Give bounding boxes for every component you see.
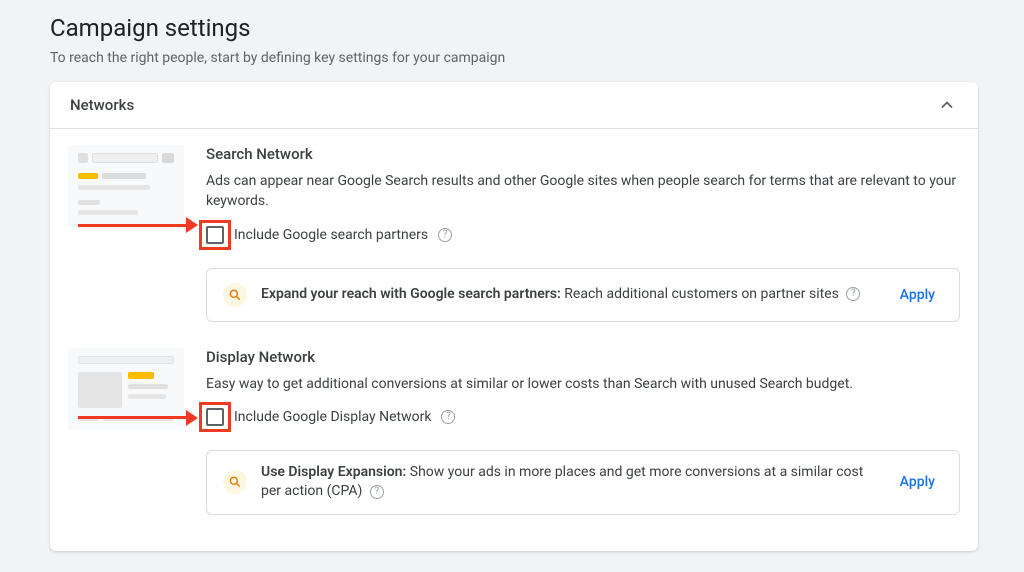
page-subtitle: To reach the right people, start by defi… — [50, 50, 978, 66]
magnifier-icon — [223, 283, 247, 307]
display-network-block: Display Network Easy way to get addition… — [68, 348, 960, 523]
apply-button[interactable]: Apply — [892, 468, 943, 496]
chevron-up-icon[interactable] — [936, 94, 958, 116]
include-search-partners-checkbox[interactable] — [206, 226, 224, 244]
display-thumbnail — [68, 348, 184, 430]
search-title: Search Network — [206, 145, 960, 163]
search-thumbnail — [68, 145, 184, 227]
display-title: Display Network — [206, 348, 960, 366]
display-desc: Easy way to get additional conversions a… — [206, 374, 960, 394]
display-tip-text: Use Display Expansion: Show your ads in … — [261, 463, 878, 502]
help-icon[interactable]: ? — [370, 485, 384, 499]
help-icon[interactable]: ? — [438, 228, 452, 242]
search-checkbox-label: Include Google search partners — [234, 227, 428, 243]
include-display-network-checkbox[interactable] — [206, 408, 224, 426]
search-tip: Expand your reach with Google search par… — [206, 268, 960, 322]
apply-button[interactable]: Apply — [892, 281, 943, 309]
card-title: Networks — [70, 96, 134, 114]
page-title: Campaign settings — [50, 14, 978, 42]
search-network-block: Search Network Ads can appear near Googl… — [68, 145, 960, 330]
networks-card: Networks Search Network — [50, 82, 978, 551]
help-icon[interactable]: ? — [441, 410, 455, 424]
magnifier-icon — [223, 470, 247, 494]
help-icon[interactable]: ? — [846, 287, 860, 301]
card-header[interactable]: Networks — [50, 82, 978, 129]
display-tip: Use Display Expansion: Show your ads in … — [206, 450, 960, 515]
search-desc: Ads can appear near Google Search result… — [206, 171, 960, 212]
display-checkbox-label: Include Google Display Network — [234, 409, 431, 425]
search-tip-text: Expand your reach with Google search par… — [261, 285, 878, 305]
